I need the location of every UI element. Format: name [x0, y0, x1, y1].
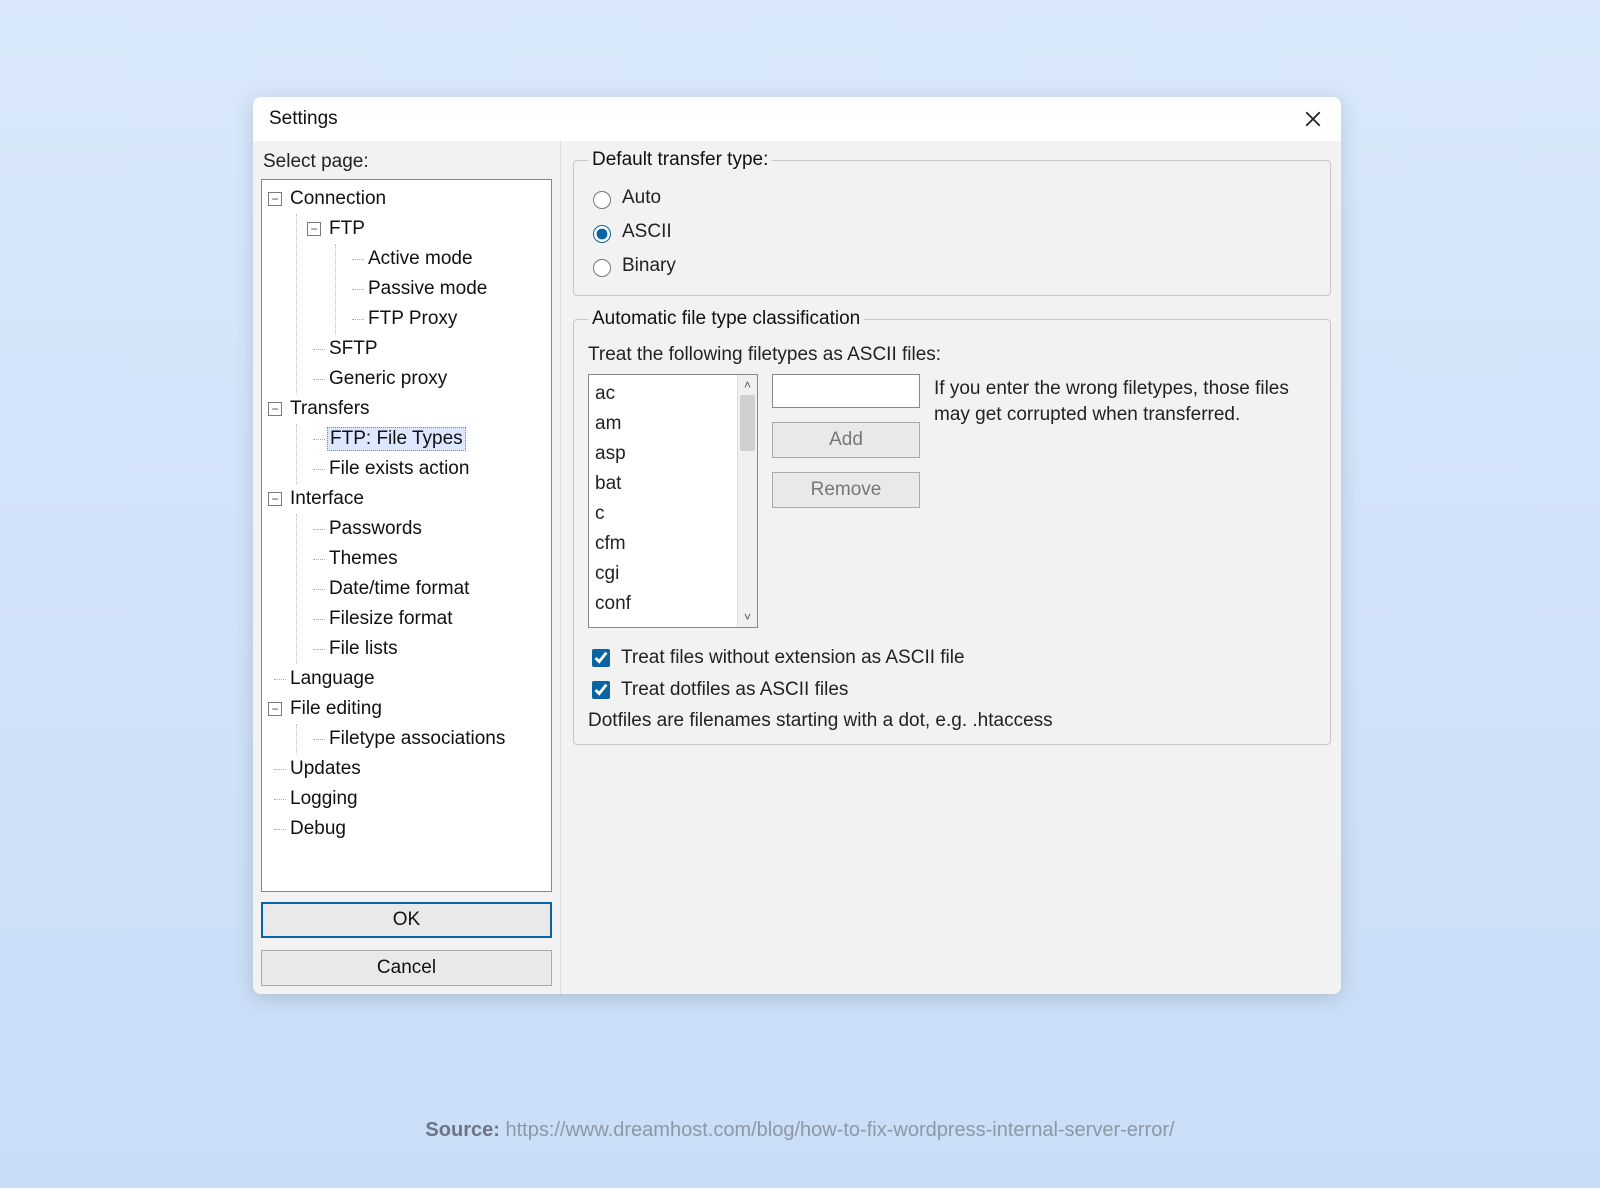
tree-ftp-passive[interactable]: Passive mode [368, 278, 487, 300]
radio-ascii-label[interactable]: ASCII [622, 221, 672, 243]
expander-icon[interactable]: − [268, 702, 282, 716]
source-caption: Source: https://www.dreamhost.com/blog/h… [0, 1119, 1600, 1142]
tree-filesize[interactable]: Filesize format [329, 608, 453, 630]
list-item[interactable]: cgi [595, 559, 731, 589]
tree-passwords[interactable]: Passwords [329, 518, 422, 540]
list-item[interactable]: am [595, 409, 731, 439]
filetype-listbox[interactable]: acamaspbatccfmcgiconf ˄ ˅ [588, 374, 758, 628]
tree-logging[interactable]: Logging [290, 788, 358, 810]
expander-icon[interactable]: − [268, 492, 282, 506]
list-item[interactable]: cfm [595, 529, 731, 559]
hint-text: If you enter the wrong filetypes, those … [934, 374, 1316, 428]
tree-sftp[interactable]: SFTP [329, 338, 378, 360]
group-legend: Default transfer type: [588, 149, 772, 171]
default-transfer-type-group: Default transfer type: Auto ASCII Binary [573, 149, 1331, 296]
list-item[interactable]: asp [595, 439, 731, 469]
list-item[interactable]: conf [595, 589, 731, 619]
tree-updates[interactable]: Updates [290, 758, 361, 780]
dotfiles-note: Dotfiles are filenames starting with a d… [588, 710, 1316, 732]
titlebar: Settings [253, 97, 1341, 141]
scrollbar-thumb[interactable] [740, 395, 755, 451]
checkbox-noext[interactable] [592, 649, 610, 667]
tree-generic-proxy[interactable]: Generic proxy [329, 368, 447, 390]
checkbox-dotfiles-label[interactable]: Treat dotfiles as ASCII files [621, 679, 848, 701]
chevron-down-icon[interactable]: ˅ [738, 607, 757, 627]
tree-themes[interactable]: Themes [329, 548, 398, 570]
radio-binary[interactable] [593, 259, 611, 277]
cancel-button[interactable]: Cancel [261, 950, 552, 986]
radio-ascii[interactable] [593, 225, 611, 243]
tree-ftp-proxy[interactable]: FTP Proxy [368, 308, 457, 330]
checkbox-noext-label[interactable]: Treat files without extension as ASCII f… [621, 647, 965, 669]
tree-connection[interactable]: Connection [290, 188, 386, 210]
tree-ftp[interactable]: FTP [329, 218, 365, 240]
add-button[interactable]: Add [772, 422, 920, 458]
tree-debug[interactable]: Debug [290, 818, 346, 840]
close-icon[interactable] [1295, 101, 1331, 137]
list-item[interactable]: ac [595, 379, 731, 409]
expander-icon[interactable]: − [268, 192, 282, 206]
radio-binary-label[interactable]: Binary [622, 255, 676, 277]
treat-heading: Treat the following filetypes as ASCII f… [588, 344, 1316, 366]
window-title: Settings [269, 108, 338, 130]
tree-language[interactable]: Language [290, 668, 375, 690]
checkbox-dotfiles[interactable] [592, 681, 610, 699]
scrollbar[interactable]: ˄ ˅ [737, 375, 757, 627]
left-panel: Select page: − Connection − FTP [253, 141, 561, 994]
tree-transfers[interactable]: Transfers [290, 398, 370, 420]
source-label: Source: [425, 1119, 499, 1141]
tree-interface[interactable]: Interface [290, 488, 364, 510]
group-legend: Automatic file type classification [588, 308, 864, 330]
select-page-label: Select page: [261, 147, 552, 179]
extension-input[interactable] [772, 374, 920, 408]
list-item[interactable]: c [595, 499, 731, 529]
expander-icon[interactable]: − [268, 402, 282, 416]
settings-tree[interactable]: − Connection − FTP Active mode Passive m… [261, 179, 552, 892]
tree-file-exists[interactable]: File exists action [329, 458, 469, 480]
tree-ftp-active[interactable]: Active mode [368, 248, 473, 270]
settings-dialog: Settings Select page: − Connection [253, 97, 1341, 994]
chevron-up-icon[interactable]: ˄ [738, 375, 757, 395]
auto-classification-group: Automatic file type classification Treat… [573, 308, 1331, 745]
tree-file-lists[interactable]: File lists [329, 638, 398, 660]
list-item[interactable]: bat [595, 469, 731, 499]
ok-button[interactable]: OK [261, 902, 552, 938]
expander-icon[interactable]: − [307, 222, 321, 236]
radio-auto[interactable] [593, 191, 611, 209]
source-url: https://www.dreamhost.com/blog/how-to-fi… [505, 1119, 1174, 1141]
tree-ftp-file-types[interactable]: FTP: File Types [327, 427, 466, 451]
right-panel: Default transfer type: Auto ASCII Binary [561, 141, 1341, 994]
remove-button[interactable]: Remove [772, 472, 920, 508]
tree-datetime[interactable]: Date/time format [329, 578, 469, 600]
radio-auto-label[interactable]: Auto [622, 187, 661, 209]
tree-filetype-assoc[interactable]: Filetype associations [329, 728, 505, 750]
tree-file-editing[interactable]: File editing [290, 698, 382, 720]
